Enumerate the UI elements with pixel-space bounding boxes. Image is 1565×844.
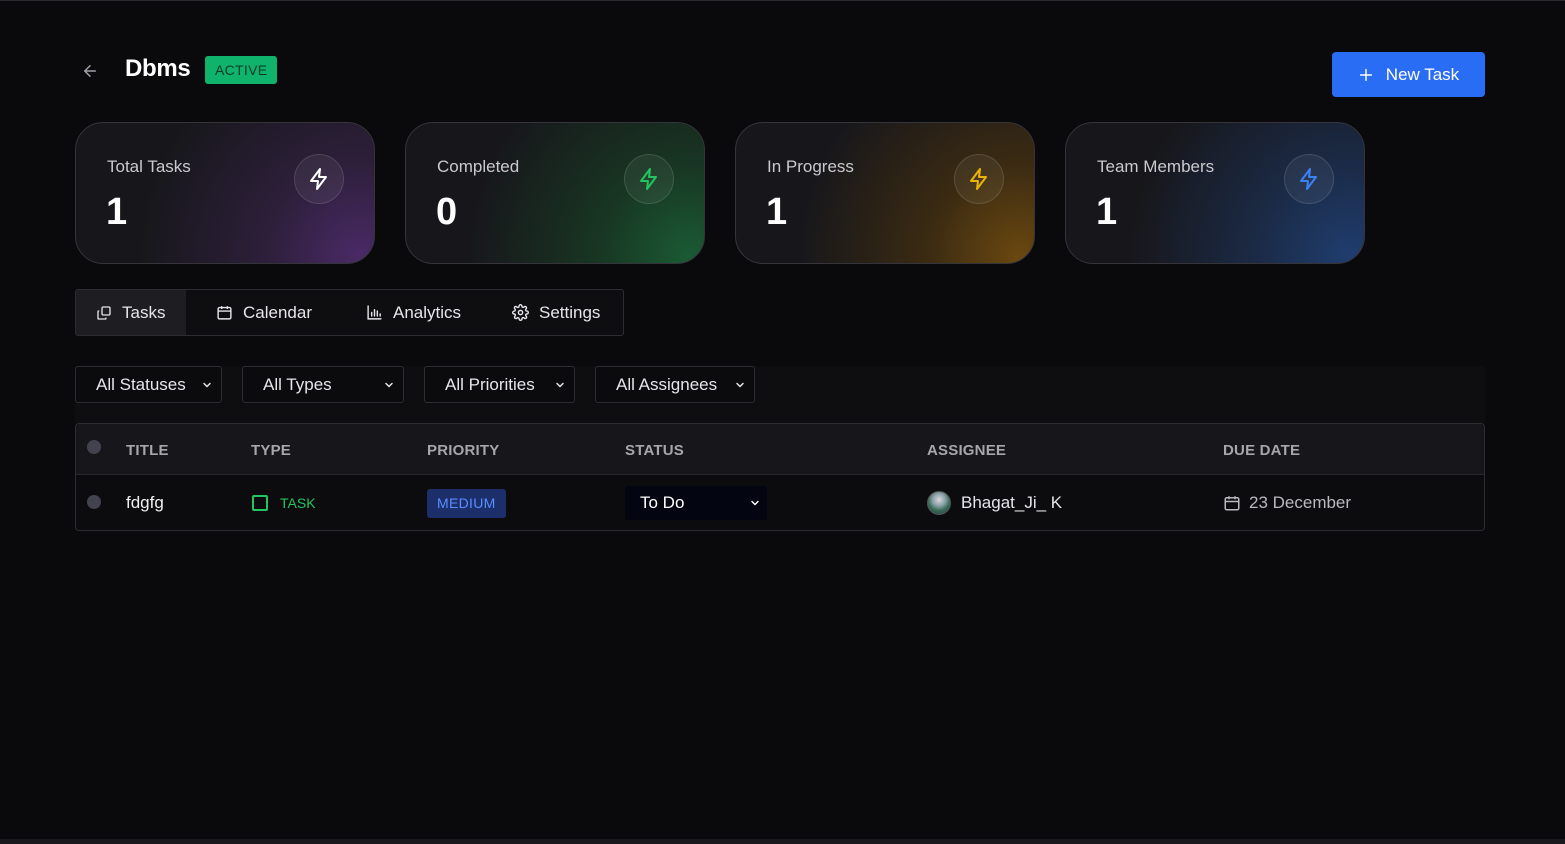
select-all-checkbox[interactable] xyxy=(87,440,101,454)
task-status: To Do xyxy=(625,475,767,530)
stat-label: Total Tasks xyxy=(107,157,191,176)
back-button[interactable] xyxy=(78,59,102,83)
new-task-label: New Task xyxy=(1385,64,1460,84)
chart-icon xyxy=(367,305,382,320)
stat-card-in-progress: In Progress 1 xyxy=(735,122,1035,264)
task-type: TASK xyxy=(252,475,316,530)
column-header-title: TITLE xyxy=(126,442,169,459)
status-filter-select[interactable]: All Statuses xyxy=(75,366,222,403)
avatar xyxy=(927,491,951,515)
tab-settings[interactable]: Settings xyxy=(484,290,623,335)
stat-value: 1 xyxy=(766,191,788,233)
status-badge: ACTIVE xyxy=(205,56,278,84)
page-title: Dbms xyxy=(125,55,191,82)
plus-icon xyxy=(1359,68,1372,81)
view-tabs: Tasks Calendar Analytics Settings xyxy=(75,289,624,336)
tab-tasks[interactable]: Tasks xyxy=(76,290,186,335)
filters-bar: All Statuses All Types All Priorities Al… xyxy=(75,366,1485,423)
calendar-icon xyxy=(1224,496,1240,511)
app-frame: Dbms ACTIVE New Task Total Tasks 1 Compl… xyxy=(0,0,1565,844)
stat-card-total-tasks: Total Tasks 1 xyxy=(75,122,375,264)
filter-label: All Statuses xyxy=(96,374,186,394)
lightning-icon xyxy=(1300,168,1317,190)
priority-badge: MEDIUM xyxy=(427,488,506,518)
stat-value: 1 xyxy=(1096,191,1118,233)
stat-label: Team Members xyxy=(1097,157,1215,176)
chevron-down-icon xyxy=(751,500,759,506)
filter-label: All Types xyxy=(263,374,332,394)
filter-label: All Priorities xyxy=(445,374,535,394)
chevron-down-icon xyxy=(556,382,564,388)
chevron-down-icon xyxy=(736,382,744,388)
column-header-status: STATUS xyxy=(625,442,684,459)
stat-icon-wrap xyxy=(294,154,344,204)
tab-analytics[interactable]: Analytics xyxy=(336,290,484,335)
stat-card-team-members: Team Members 1 xyxy=(1065,122,1365,264)
arrow-left-icon xyxy=(84,65,96,77)
stat-label: In Progress xyxy=(767,157,854,176)
column-header-type: TYPE xyxy=(251,442,291,459)
type-filter-select[interactable]: All Types xyxy=(242,366,404,403)
status-select-value: To Do xyxy=(640,493,685,512)
tab-label: Settings xyxy=(539,302,601,322)
chevron-down-icon xyxy=(385,382,393,388)
lightning-icon xyxy=(970,168,987,190)
status-select[interactable]: To Do xyxy=(625,486,767,520)
stat-card-completed: Completed 0 xyxy=(405,122,705,264)
row-checkbox[interactable] xyxy=(87,495,101,509)
tasks-table: TITLE TYPE PRIORITY STATUS ASSIGNEE DUE … xyxy=(75,423,1485,531)
lightning-icon xyxy=(310,168,327,190)
stat-icon-wrap xyxy=(954,154,1004,204)
tab-calendar[interactable]: Calendar xyxy=(186,290,336,335)
stat-value: 1 xyxy=(106,191,128,233)
gear-icon xyxy=(512,304,529,321)
task-due-date: 23 December xyxy=(1223,475,1352,530)
tab-label: Calendar xyxy=(243,302,312,322)
tab-label: Analytics xyxy=(393,302,462,322)
stat-value: 0 xyxy=(436,191,458,233)
assignee-filter-select[interactable]: All Assignees xyxy=(595,366,755,403)
table-row[interactable]: fdgfg TASK MEDIUM To Do Bhagat_Ji_ K 23 xyxy=(76,475,1484,530)
tasks-icon xyxy=(97,305,111,320)
task-type-label: TASK xyxy=(280,495,316,511)
stat-label: Completed xyxy=(437,157,520,176)
table-header: TITLE TYPE PRIORITY STATUS ASSIGNEE DUE … xyxy=(76,424,1484,475)
calendar-icon xyxy=(217,306,232,320)
task-title[interactable]: fdgfg xyxy=(126,475,164,530)
assignee-name: Bhagat_Ji_ K xyxy=(961,493,1063,512)
due-date-value: 23 December xyxy=(1249,493,1352,512)
task-priority: MEDIUM xyxy=(427,475,506,530)
task-assignee: Bhagat_Ji_ K xyxy=(927,475,1063,530)
column-header-due-date: DUE DATE xyxy=(1223,442,1301,459)
chevron-down-icon xyxy=(203,382,211,388)
task-type-icon xyxy=(252,495,268,511)
column-header-assignee: ASSIGNEE xyxy=(927,442,1007,459)
filter-label: All Assignees xyxy=(616,374,718,394)
column-header-priority: PRIORITY xyxy=(427,442,500,459)
tab-label: Tasks xyxy=(122,302,166,322)
stat-icon-wrap xyxy=(624,154,674,204)
stat-icon-wrap xyxy=(1284,154,1334,204)
priority-filter-select[interactable]: All Priorities xyxy=(424,366,575,403)
new-task-button[interactable]: New Task xyxy=(1332,52,1485,97)
lightning-icon xyxy=(640,168,657,190)
